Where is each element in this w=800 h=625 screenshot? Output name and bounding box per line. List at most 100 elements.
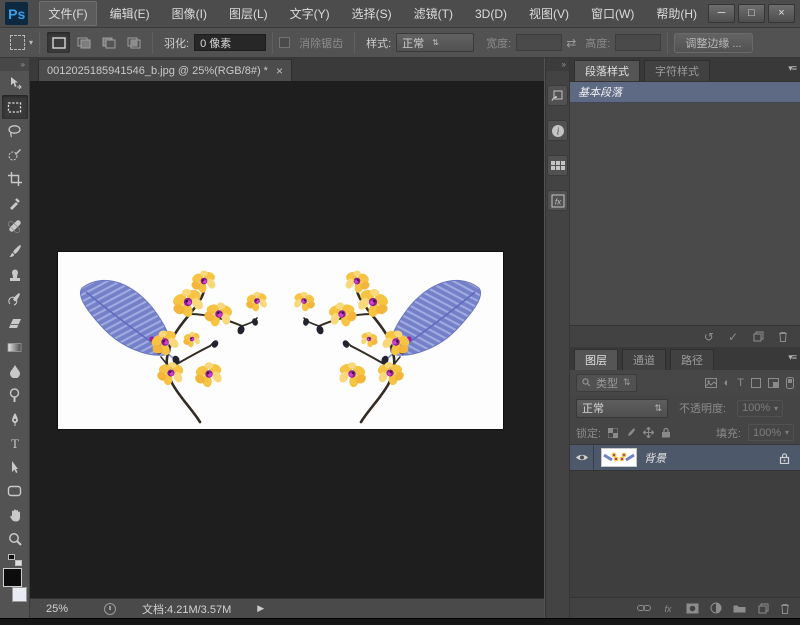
refine-edge-button[interactable]: 调整边缘 ... xyxy=(674,33,752,53)
history-panel-button[interactable] xyxy=(547,85,568,106)
antialias-checkbox[interactable] xyxy=(279,37,290,48)
filter-pixel-icon[interactable] xyxy=(705,378,717,388)
lock-all-icon[interactable] xyxy=(661,427,671,438)
layer-thumbnail[interactable] xyxy=(601,448,637,467)
opacity-field[interactable]: 100% ▾ xyxy=(737,400,783,417)
lock-position-icon[interactable] xyxy=(643,427,654,438)
lock-pixels-icon[interactable] xyxy=(625,427,636,438)
filter-type-icon[interactable]: T xyxy=(737,377,744,389)
canvas-viewport[interactable] xyxy=(30,81,544,598)
fill-field[interactable]: 100% ▾ xyxy=(748,424,794,441)
minimize-button[interactable]: ─ xyxy=(708,4,735,23)
menu-image[interactable]: 图像(I) xyxy=(163,1,216,26)
layer-row-background[interactable]: 背景 xyxy=(570,445,800,471)
styles-panel-button[interactable]: fx xyxy=(547,190,568,211)
selection-subtract-button[interactable] xyxy=(97,32,120,53)
filter-kind-dropdown[interactable]: 类型 ⇅ xyxy=(576,374,637,392)
close-button[interactable]: × xyxy=(768,4,795,23)
width-input[interactable] xyxy=(516,34,562,51)
blend-mode-dropdown[interactable]: 正常 ⇅ xyxy=(576,399,668,418)
lock-transparency-icon[interactable] xyxy=(608,428,618,438)
panel-menu-icon[interactable]: ▾≡ xyxy=(788,352,796,363)
default-colors-icon[interactable] xyxy=(8,554,22,566)
tab-close-icon[interactable]: × xyxy=(276,64,283,78)
clear-override-button[interactable]: ↺ xyxy=(704,330,714,344)
move-tool[interactable] xyxy=(2,71,28,95)
visibility-toggle[interactable] xyxy=(570,445,594,470)
tools-collapse-button[interactable]: » xyxy=(0,58,29,71)
crop-tool[interactable] xyxy=(2,167,28,191)
trash-icon[interactable] xyxy=(778,331,788,342)
menu-layer[interactable]: 图层(L) xyxy=(220,1,277,26)
panel-menu-icon[interactable]: ▾≡ xyxy=(788,63,796,74)
filter-adjustment-icon[interactable]: ◐ xyxy=(724,377,731,389)
eyedropper-tool[interactable] xyxy=(2,191,28,215)
brush-tool[interactable] xyxy=(2,239,28,263)
filter-shape-icon[interactable] xyxy=(751,378,761,388)
layer-style-fx-icon[interactable]: fx xyxy=(662,603,675,614)
tool-preset-picker[interactable]: ▾ xyxy=(10,35,33,50)
pen-tool[interactable] xyxy=(2,407,28,431)
selection-new-button[interactable] xyxy=(47,32,70,53)
foreground-color-swatch[interactable] xyxy=(3,568,22,587)
background-color-swatch[interactable] xyxy=(12,587,27,602)
shape-tool[interactable] xyxy=(2,479,28,503)
menu-3d[interactable]: 3D(D) xyxy=(466,3,516,25)
tab-character-styles[interactable]: 字符样式 xyxy=(644,60,710,81)
zoom-tool[interactable] xyxy=(2,527,28,551)
canvas-document[interactable] xyxy=(58,252,503,429)
updown-arrows-icon: ⇅ xyxy=(623,377,631,388)
menu-filter[interactable]: 滤镜(T) xyxy=(405,1,462,26)
adjustment-layer-icon[interactable] xyxy=(710,602,722,614)
type-tool[interactable]: T xyxy=(2,431,28,455)
clone-stamp-tool[interactable] xyxy=(2,263,28,287)
filter-toggle-switch[interactable] xyxy=(786,377,794,389)
swap-dimensions-icon[interactable]: ⇄ xyxy=(566,36,576,50)
gradient-tool[interactable] xyxy=(2,335,28,359)
new-style-icon[interactable] xyxy=(752,331,764,342)
height-input[interactable] xyxy=(615,34,661,51)
blur-tool[interactable] xyxy=(2,359,28,383)
style-dropdown[interactable]: 正常 ⇅ xyxy=(396,33,474,52)
new-layer-icon[interactable] xyxy=(757,603,769,614)
hand-tool[interactable] xyxy=(2,503,28,527)
add-mask-icon[interactable] xyxy=(686,603,699,614)
dodge-tool[interactable] xyxy=(2,383,28,407)
menu-file[interactable]: 文件(F) xyxy=(39,1,96,26)
tab-paths[interactable]: 路径 xyxy=(670,349,714,370)
dock-expand-button[interactable]: » xyxy=(546,58,569,71)
history-brush-tool[interactable] xyxy=(2,287,28,311)
trash-icon[interactable] xyxy=(780,603,790,614)
swatches-panel-button[interactable] xyxy=(547,155,568,176)
path-selection-tool[interactable] xyxy=(2,455,28,479)
menu-type[interactable]: 文字(Y) xyxy=(281,1,339,26)
quick-selection-tool[interactable] xyxy=(2,143,28,167)
apply-style-button[interactable]: ✓ xyxy=(728,330,738,344)
document-area: 0012025185941546_b.jpg @ 25%(RGB/8#) * × xyxy=(30,58,544,618)
menu-select[interactable]: 选择(S) xyxy=(343,1,401,26)
info-panel-button[interactable]: i xyxy=(547,120,568,141)
zoom-level[interactable]: 25% xyxy=(46,603,104,615)
filter-smart-object-icon[interactable] xyxy=(768,378,779,388)
feather-input[interactable] xyxy=(194,34,266,51)
tab-paragraph-styles[interactable]: 段落样式 xyxy=(574,60,640,81)
tab-layers[interactable]: 图层 xyxy=(574,349,618,370)
lasso-tool[interactable] xyxy=(2,119,28,143)
menu-window[interactable]: 窗口(W) xyxy=(582,1,643,26)
list-item-basic-paragraph[interactable]: 基本段落 xyxy=(570,82,800,103)
spot-healing-brush-tool[interactable] xyxy=(2,215,28,239)
maximize-button[interactable]: □ xyxy=(738,4,765,23)
link-layers-icon[interactable] xyxy=(637,604,651,612)
app-logo: Ps xyxy=(5,2,28,25)
document-tab[interactable]: 0012025185941546_b.jpg @ 25%(RGB/8#) * × xyxy=(38,59,292,81)
status-expand-icon[interactable]: ▶ xyxy=(257,603,264,614)
menu-help[interactable]: 帮助(H) xyxy=(647,1,706,26)
menu-edit[interactable]: 编辑(E) xyxy=(101,1,159,26)
selection-add-button[interactable] xyxy=(72,32,95,53)
new-group-icon[interactable] xyxy=(733,603,746,613)
rectangular-marquee-tool[interactable] xyxy=(2,95,28,119)
tab-channels[interactable]: 通道 xyxy=(622,349,666,370)
selection-intersect-button[interactable] xyxy=(122,32,145,53)
menu-view[interactable]: 视图(V) xyxy=(520,1,578,26)
eraser-tool[interactable] xyxy=(2,311,28,335)
